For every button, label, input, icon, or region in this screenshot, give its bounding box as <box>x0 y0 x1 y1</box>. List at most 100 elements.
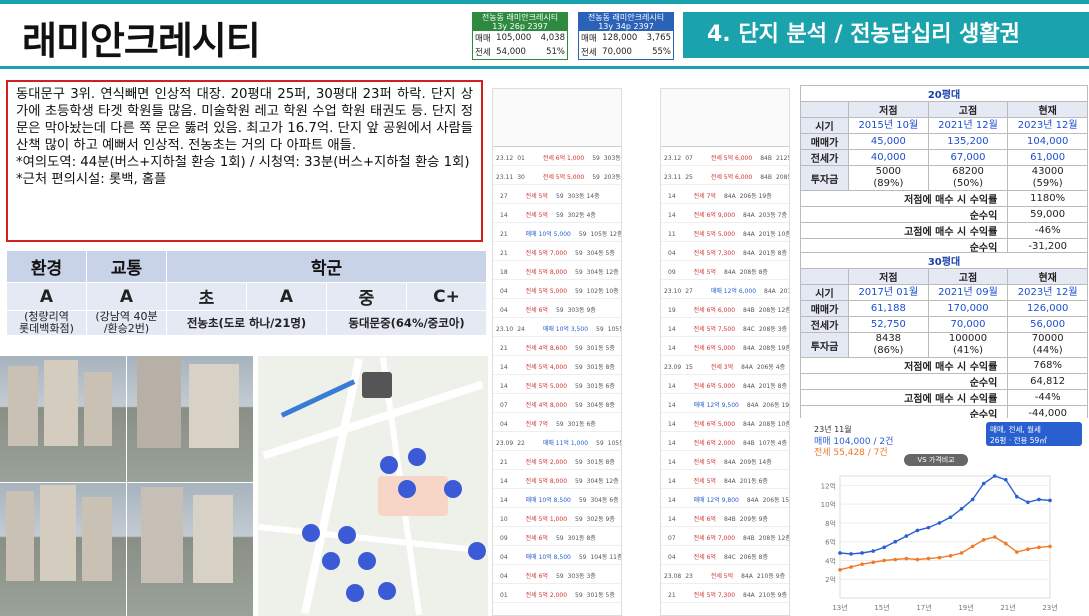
transaction-list-34p[interactable]: 23.1207전세 5억 6,00084B212동 10층23.1125전세 5… <box>660 88 790 616</box>
transaction-day: 07 <box>668 535 676 542</box>
stats-row: 전세가 40,000 67,000 61,000 <box>800 149 1088 166</box>
transaction-area: 84A <box>741 364 753 371</box>
transaction-area: 59 <box>555 307 564 314</box>
transaction-row: 23.1024 매매 10억 3,500 59105동 8층 <box>493 318 621 337</box>
chart-plot: 2억 4억 6억 8억 10억 12억 13년 15년 17년 19년 21년 23년 <box>821 474 1058 612</box>
transaction-unit: 301동 5층 <box>586 345 615 352</box>
stats-row-label: 투자금 <box>800 332 849 358</box>
price-card-cell: 전세 <box>475 48 491 58</box>
transaction-day: 14 <box>668 402 676 409</box>
transaction-unit: 208동 12층 <box>758 535 790 542</box>
price-card-cell: 전세 <box>581 48 597 58</box>
page-title: 래미안크레시티 <box>22 19 261 63</box>
transaction-price: 전세 6억 <box>525 307 548 314</box>
transaction-area: 84C <box>743 326 755 333</box>
stats-cell: 2017년 01월 <box>848 284 929 301</box>
school-elem-label: 초 <box>166 282 247 311</box>
transaction-day: 04 <box>500 288 508 295</box>
transaction-day: 14 <box>500 212 508 219</box>
transaction-unit: 303동 14층 <box>567 193 600 200</box>
transaction-price: 전세 5억 4,000 <box>525 364 568 371</box>
description-commute: *여의도역: 44분(버스+지하철 환승 1회) / 시청역: 33분(버스+지… <box>16 155 470 170</box>
transaction-row: 14 전세 6억 5,000 84A 208동 10층 <box>661 413 789 432</box>
transaction-row: 23.0922 매매 11억 1,000 59105동 12층 <box>493 432 621 451</box>
site-photo-4 <box>127 483 253 616</box>
chart-ytick-label: 10억 <box>821 501 836 509</box>
stats-row-label: 매매가 <box>800 300 849 317</box>
transaction-row: 07 전세 6억 7,000 84B 208동 12층 <box>661 527 789 546</box>
transaction-unit: 208동 8층 <box>775 174 789 181</box>
stats-cell: 2015년 10월 <box>848 117 929 134</box>
transaction-day: 11 <box>668 231 676 238</box>
transaction-area: 59 <box>555 421 564 428</box>
transaction-unit: 104동 11층 <box>590 554 622 561</box>
transaction-price: 전세 5억 <box>525 193 548 200</box>
transaction-price: 전세 7억 <box>693 193 716 200</box>
chart-point <box>882 558 887 563</box>
transaction-list-header <box>493 89 621 147</box>
transaction-area: 84C <box>723 554 736 561</box>
stats-summary-value: 64,812 <box>1007 373 1088 390</box>
transaction-day: 14 <box>500 478 508 485</box>
transaction-day: 01 <box>500 592 508 599</box>
stats-cell: 2023년 12월 <box>1007 284 1088 301</box>
transaction-unit: 201동 8층 <box>758 383 787 390</box>
transaction-price: 전세 5억 5,000 <box>525 288 568 295</box>
price-card-table: 매매 128,000 3,765 전세 70,000 55% <box>579 31 673 59</box>
chart-point <box>1026 547 1030 551</box>
transaction-row: 23.1125 전세 5억 6,000 84B208동 8층 <box>661 166 789 185</box>
stats-cell: 56,000 <box>1007 316 1088 333</box>
chart-xtick-label: 13년 <box>832 603 847 612</box>
transaction-day: 25 <box>685 174 693 181</box>
transaction-unit: 301동 6층 <box>567 421 596 428</box>
location-map[interactable] <box>258 356 488 616</box>
transaction-unit: 301동 8층 <box>586 459 615 466</box>
stats-summary-label: 고점에 매수 시 수익률 <box>799 222 1009 239</box>
chart-point <box>1026 500 1030 505</box>
transaction-row: 04 전세 6억 59 303동 3층 <box>493 565 621 584</box>
transaction-day: 04 <box>668 250 676 257</box>
stats-cell: 45,000 <box>848 133 929 150</box>
chart-point <box>915 557 920 562</box>
transaction-price: 전세 5억 <box>693 269 716 276</box>
transaction-price: 전세 3억 <box>710 364 734 371</box>
chart-point <box>849 565 853 569</box>
transaction-date: 23.08 <box>664 573 682 580</box>
chart-xtick-label: 23년 <box>1042 603 1057 612</box>
transaction-row: 27 전세 5억 59 303동 14층 <box>493 185 621 204</box>
chart-point <box>904 556 909 561</box>
transaction-row: 23.1027 매매 12억 6,000 84A201동 17층 <box>661 280 789 299</box>
transaction-unit: 105동 12층 <box>590 231 622 238</box>
chart-point <box>1015 550 1019 554</box>
stats-cell: 2021년 12월 <box>927 117 1009 134</box>
stats-caption: 20평대 <box>800 85 1088 102</box>
transaction-area: 59 <box>555 212 564 219</box>
transaction-unit: 303동 3층 <box>567 573 596 580</box>
transaction-row: 04 매매 10억 8,500 59 104동 11층 <box>493 546 621 565</box>
stats-summary-row: 고점에 매수 시 수익률 -44% <box>799 389 1088 406</box>
transaction-day: 14 <box>668 326 676 333</box>
transaction-area: 59 <box>555 193 564 200</box>
stats-col-now: 현재 <box>1007 101 1088 118</box>
transaction-list-26p[interactable]: 23.1201전세 6억 1,00059303동 14층23.1130전세 5억… <box>492 88 622 616</box>
transaction-row: 14 전세 5억 4,000 59 301동 8층 <box>493 356 621 375</box>
transaction-area: 84A <box>746 402 759 409</box>
transaction-unit: 304동 12층 <box>586 478 619 485</box>
transaction-unit: 206동 15층 <box>762 497 790 504</box>
stats-cell: 40,000 <box>848 149 929 166</box>
transaction-price: 전세 5억 5,000 <box>693 231 736 238</box>
price-card-cell: 54,000 <box>496 47 526 57</box>
chart-point <box>838 551 842 555</box>
stats-col-now: 현재 <box>1007 268 1088 285</box>
transaction-price: 전세 6억 <box>525 573 548 580</box>
transaction-area: 84A <box>764 288 776 295</box>
transaction-day: 19 <box>668 307 676 314</box>
transaction-date: 23.10 <box>664 288 682 295</box>
chart-ytick-label: 8억 <box>825 520 836 528</box>
transaction-row: 14 전세 5억 7,500 84C 208동 3층 <box>661 318 789 337</box>
transaction-price: 전세 5억 7,500 <box>693 326 736 333</box>
price-card-cell: 105,000 <box>496 33 532 43</box>
transaction-price: 전세 5억 7,300 <box>693 250 736 257</box>
transaction-area: 84A <box>723 478 736 485</box>
stats-summary-row: 저점에 매수 시 수익률 1180% <box>799 190 1088 207</box>
